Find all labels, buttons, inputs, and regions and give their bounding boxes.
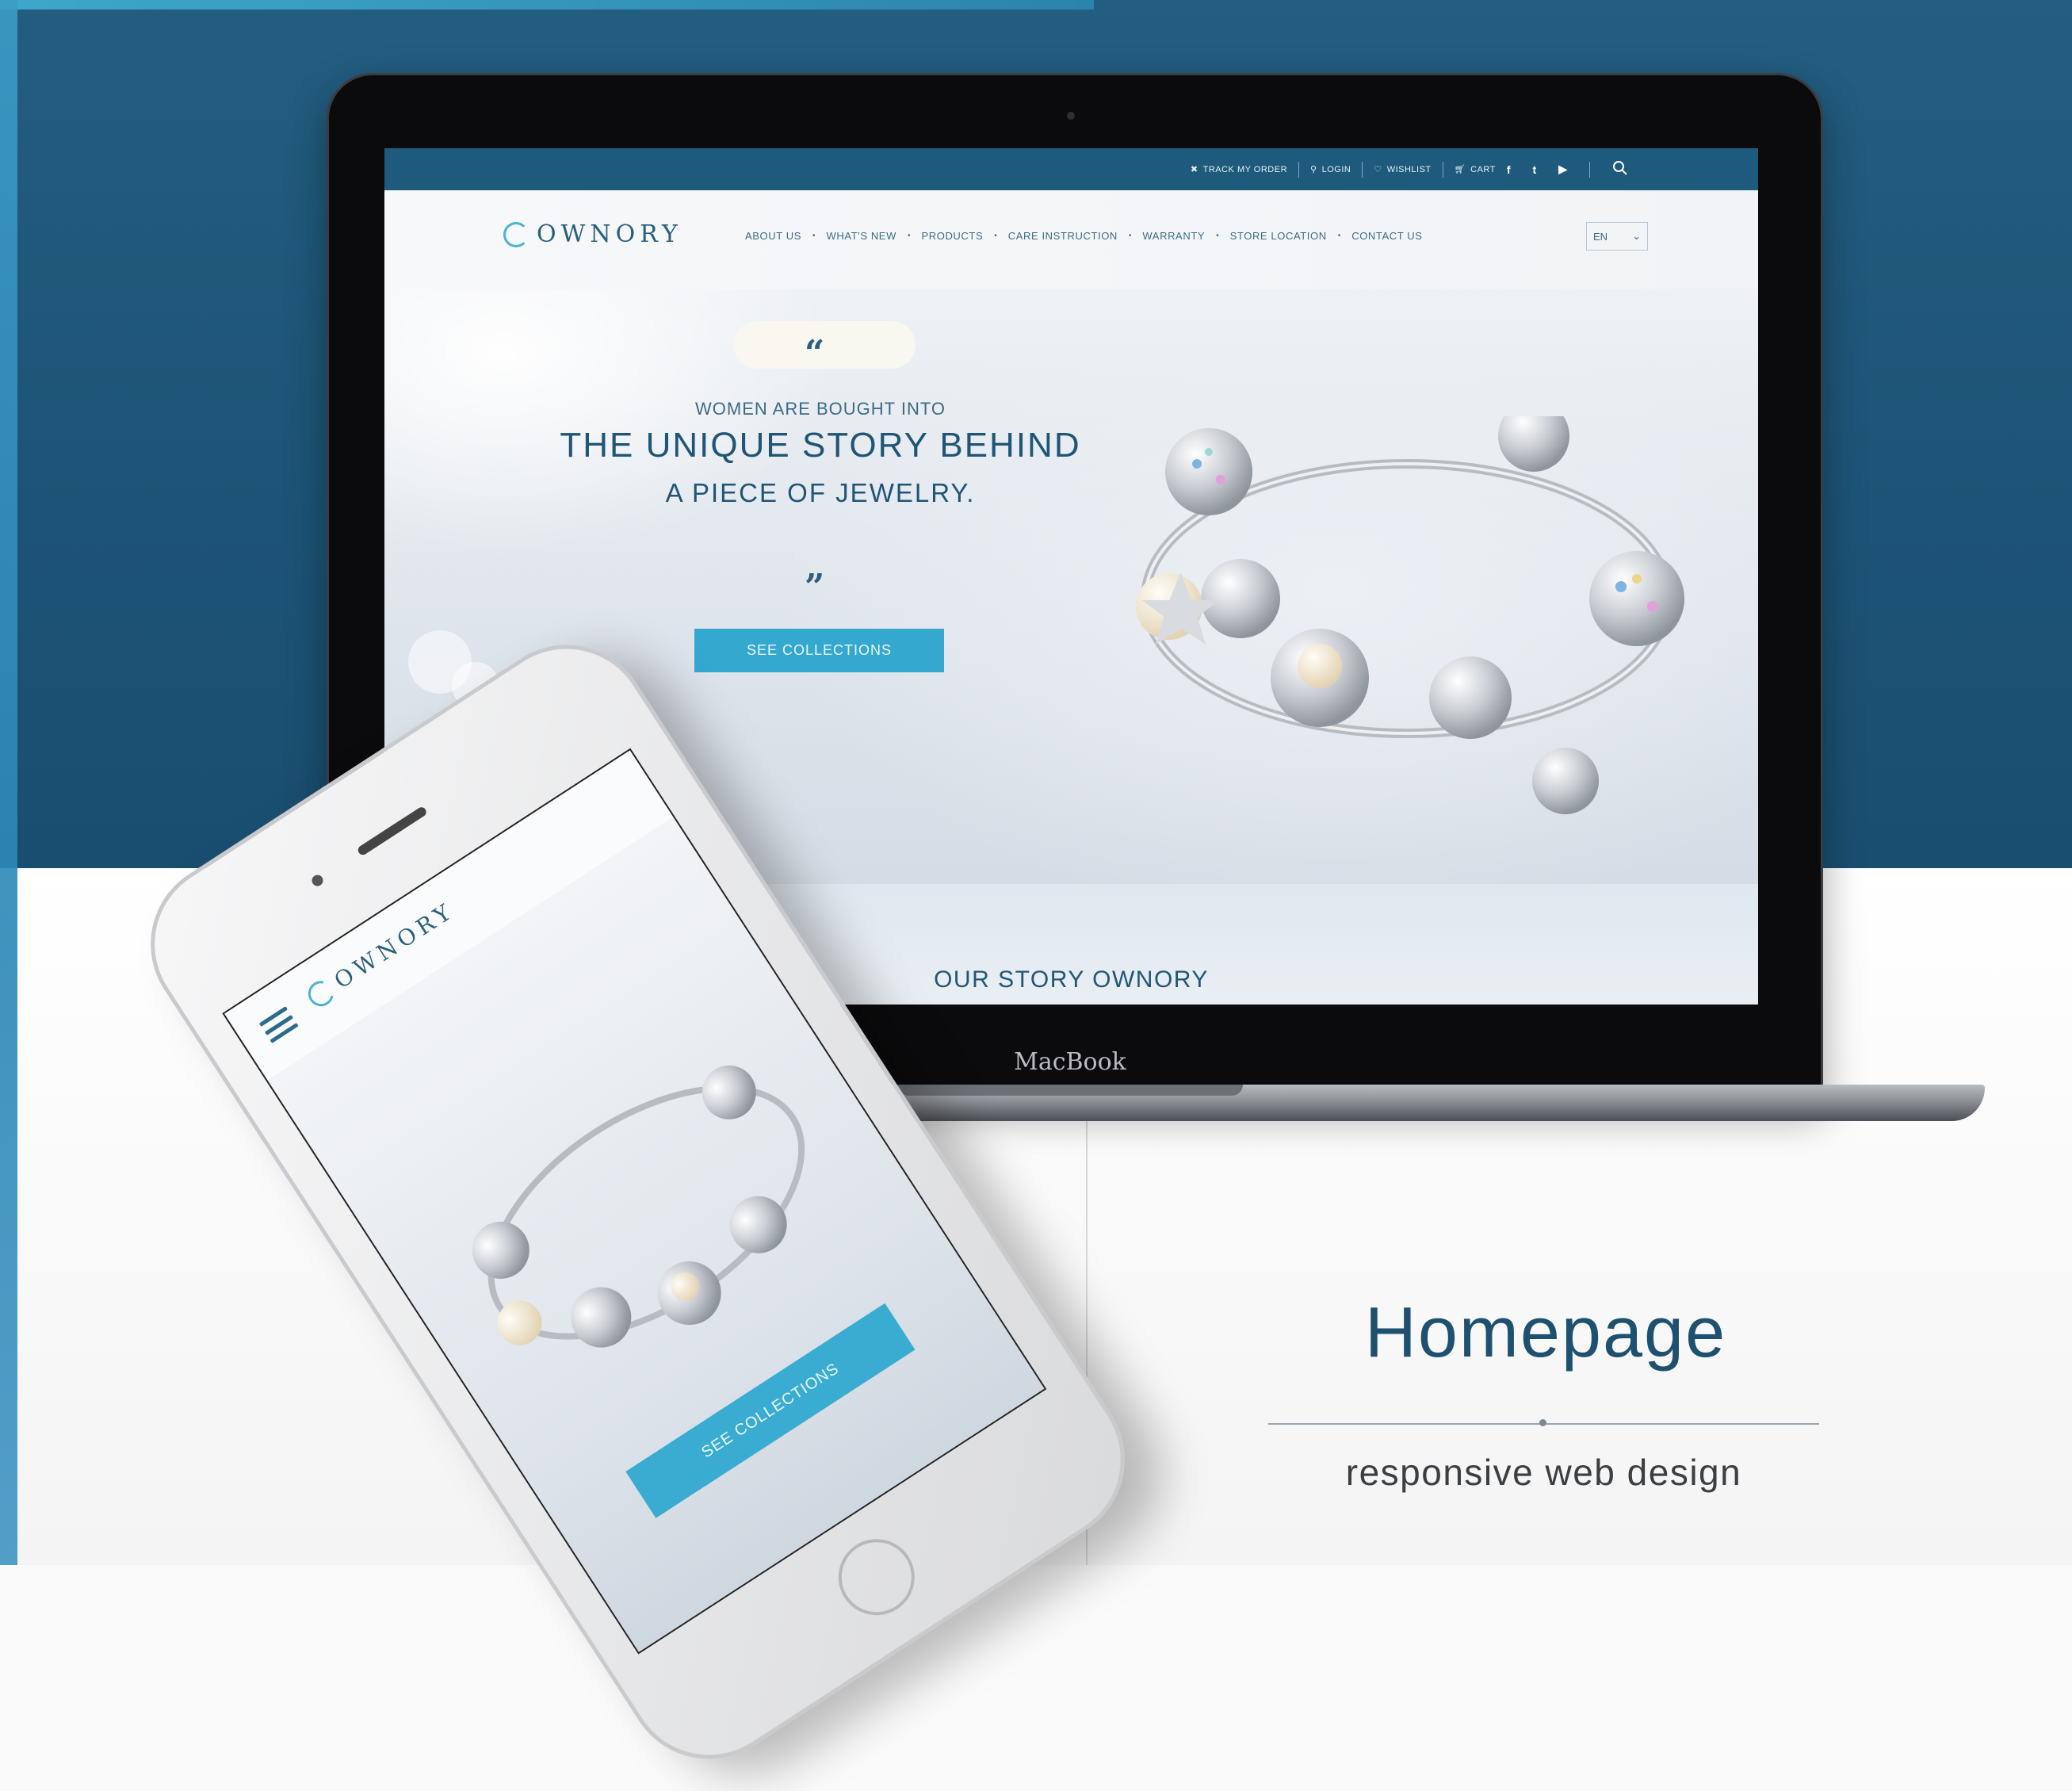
user-icon: ⚲ xyxy=(1310,165,1317,174)
cart-icon: 🛒︎ xyxy=(1454,165,1466,174)
laptop-hinge-notch xyxy=(897,1085,1243,1096)
nav-separator: • xyxy=(907,232,911,240)
heart-icon: ♡ xyxy=(1374,165,1382,174)
open-quote: “ xyxy=(805,333,825,373)
track-order-link[interactable]: ✖ TRACK MY ORDER xyxy=(1190,164,1288,175)
search-icon[interactable] xyxy=(1612,160,1628,178)
youtube-icon[interactable]: ▶ xyxy=(1558,163,1567,176)
caption-subtitle: responsive web design xyxy=(1345,1452,1742,1493)
login-link[interactable]: ⚲ LOGIN xyxy=(1310,164,1351,175)
language-value: EN xyxy=(1593,230,1608,243)
cart-link[interactable]: 🛒︎ CART xyxy=(1454,164,1496,175)
track-order-label: TRACK MY ORDER xyxy=(1202,164,1288,174)
close-quote: ” xyxy=(805,567,825,607)
divider xyxy=(1298,161,1300,178)
hero-subtitle: A PIECE OF JEWELRY. xyxy=(665,478,976,507)
twitter-icon[interactable]: t xyxy=(1533,163,1537,176)
nav-care-instruction[interactable]: CARE INSTRUCTION xyxy=(1008,230,1118,242)
nav-products[interactable]: PRODUCTS xyxy=(921,230,983,242)
presentation-accent-strip xyxy=(0,0,1094,10)
laptop-model-label: MacBook xyxy=(1014,1048,1126,1076)
nav-contact[interactable]: CONTACT US xyxy=(1351,230,1422,242)
laptop-camera xyxy=(1067,112,1075,120)
presentation-left-edge xyxy=(0,0,17,1565)
nav-menu: ABOUT US • WHAT'S NEW • PRODUCTS • CARE … xyxy=(745,230,1423,242)
main-navigation: OWNORY ABOUT US • WHAT'S NEW • PRODUCTS … xyxy=(384,190,1758,289)
nav-about[interactable]: ABOUT US xyxy=(745,230,801,242)
nav-separator: • xyxy=(994,232,997,240)
caption-title: Homepage xyxy=(1364,1293,1727,1372)
nav-store-location[interactable]: STORE LOCATION xyxy=(1230,230,1327,242)
logo-ring-icon xyxy=(503,221,529,247)
menu-icon[interactable] xyxy=(258,1006,299,1043)
logo-ring-icon xyxy=(303,975,338,1011)
nav-separator: • xyxy=(812,232,816,240)
cart-label: CART xyxy=(1470,164,1496,174)
wishlist-link[interactable]: ♡ WISHLIST xyxy=(1374,164,1432,175)
brand-logo[interactable]: OWNORY xyxy=(503,220,682,248)
nav-warranty[interactable]: WARRANTY xyxy=(1142,230,1205,242)
nav-separator: • xyxy=(1216,232,1219,240)
nav-separator: • xyxy=(1128,232,1132,240)
hero-title: THE UNIQUE STORY BEHIND xyxy=(560,426,1081,465)
divider xyxy=(1362,161,1363,178)
nav-whats-new[interactable]: WHAT'S NEW xyxy=(827,230,896,242)
chevron-down-icon: ⌄ xyxy=(1632,230,1641,242)
caption-divider-dot xyxy=(1539,1419,1546,1426)
nav-separator: • xyxy=(1337,232,1341,240)
see-collections-button[interactable]: SEE COLLECTIONS xyxy=(694,629,944,672)
language-select[interactable]: EN ⌄ xyxy=(1586,222,1648,251)
facebook-icon[interactable]: f xyxy=(1507,163,1511,176)
divider xyxy=(1589,161,1590,178)
hero-kicker: WOMEN ARE BOUGHT INTO xyxy=(695,399,946,419)
bracelet-image xyxy=(1136,416,1684,814)
brand-name: OWNORY xyxy=(537,220,682,248)
wishlist-label: WISHLIST xyxy=(1386,164,1432,174)
login-label: LOGIN xyxy=(1321,164,1351,174)
utility-bar: ✖ TRACK MY ORDER ⚲ LOGIN ♡ WISHLIST 🛒︎ C… xyxy=(384,148,1758,190)
truck-icon: ✖ xyxy=(1190,165,1198,174)
